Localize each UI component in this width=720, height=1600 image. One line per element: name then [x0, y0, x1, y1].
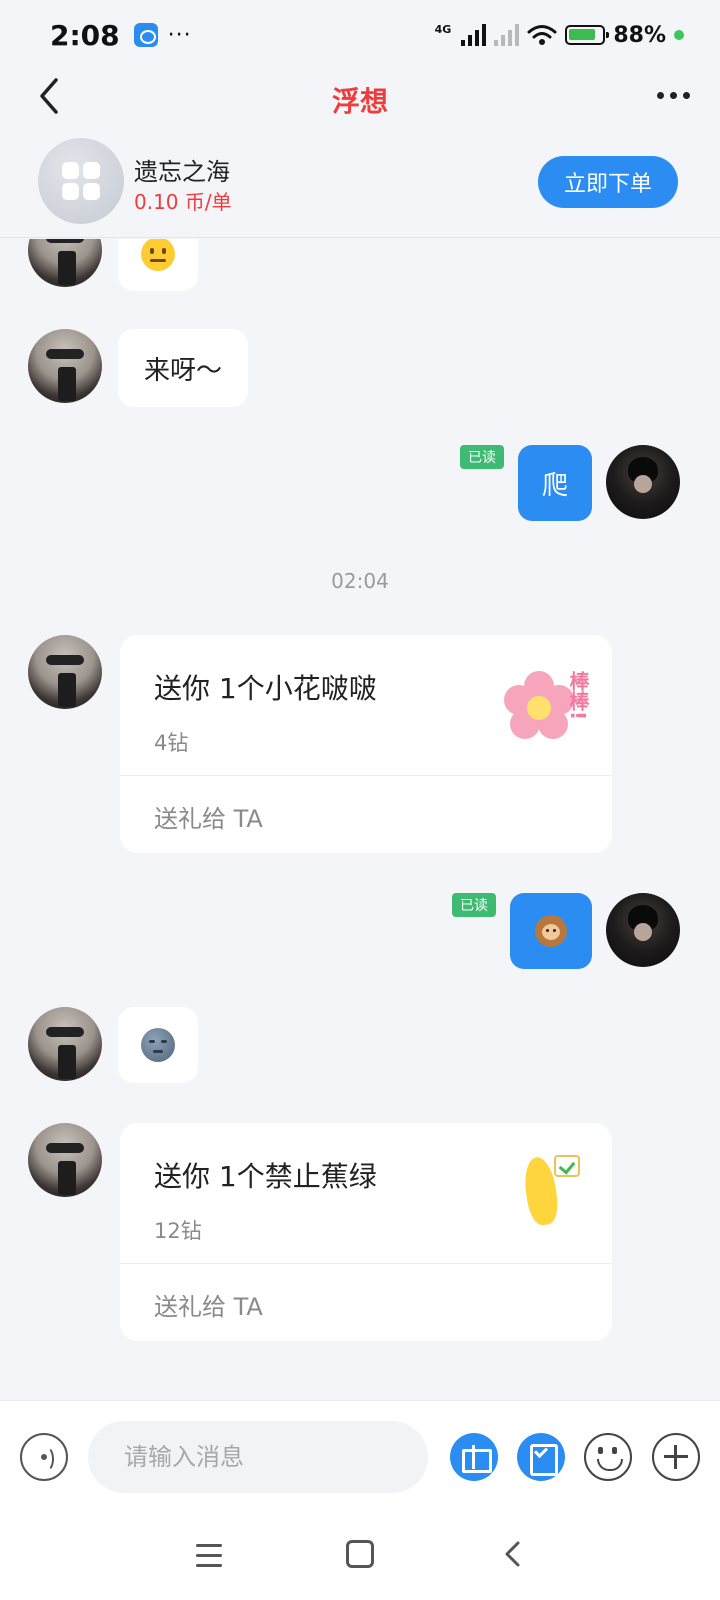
emoji-button[interactable] [584, 1433, 632, 1481]
message-text: 来呀～ [143, 355, 222, 386]
send-gift-link[interactable]: 送礼给 TA [154, 1287, 263, 1322]
my-avatar[interactable] [606, 893, 680, 967]
page-title: 浮想 [331, 85, 388, 118]
order-now-button[interactable]: 立即下单 [538, 156, 678, 208]
status-bar: 2:08 ··· 4G 88% [0, 0, 720, 70]
contact-avatar[interactable] [28, 1007, 102, 1081]
battery-icon [565, 25, 610, 45]
gift-sticker-text: 棒棒! [566, 671, 590, 721]
home-button[interactable] [346, 1540, 374, 1568]
gift-price: 4钻 [154, 731, 189, 755]
message-input-bar [0, 1400, 720, 1510]
more-notifications-icon: ··· [167, 22, 192, 48]
contact-avatar[interactable] [28, 329, 102, 403]
red-packet-button[interactable] [517, 1433, 565, 1481]
banana-gift-icon [514, 1149, 584, 1235]
more-tools-button[interactable] [652, 1433, 700, 1481]
nav-bar: 浮想 [0, 70, 720, 130]
my-message-bubble[interactable] [510, 893, 592, 969]
signal-strength-icon [461, 24, 487, 46]
battery-percentage: 88% [613, 22, 666, 48]
gift-title: 送你 1个禁止蕉绿 [154, 1160, 377, 1193]
chat-message-list[interactable]: 来呀～ 已读 爬 02:04 送你 1个小花啵啵 4钻 棒棒! 送礼给 TA 已… [0, 239, 720, 1400]
gift-message-card[interactable]: 送你 1个小花啵啵 4钻 棒棒! 送礼给 TA [120, 635, 612, 853]
message-bubble-text[interactable]: 来呀～ [118, 329, 248, 407]
service-card[interactable]: 遗忘之海 0.10 币/单 立即下单 [0, 130, 720, 238]
status-time: 2:08 [50, 18, 120, 52]
message-input[interactable] [88, 1421, 428, 1493]
moon-face-emoji-icon [141, 1028, 175, 1062]
contact-avatar[interactable] [28, 239, 102, 287]
app-notification-icon [133, 23, 158, 47]
my-message-bubble[interactable]: 爬 [518, 445, 592, 521]
flower-gift-icon: 棒棒! [504, 671, 590, 747]
status-indicators: 4G 88% [435, 23, 684, 48]
service-apps-icon [38, 138, 124, 224]
privacy-indicator-dot [674, 30, 684, 40]
wifi-icon [527, 25, 557, 45]
time-divider: 02:04 [331, 569, 389, 593]
system-back-button[interactable] [502, 1540, 524, 1568]
signal-no-service-icon [494, 24, 520, 46]
read-status-badge: 已读 [452, 893, 496, 917]
message-bubble-emoji[interactable] [118, 1007, 198, 1083]
read-status-badge: 已读 [460, 445, 504, 469]
more-options-button[interactable] [657, 80, 690, 110]
gift-price: 12钻 [154, 1219, 202, 1243]
recent-apps-button[interactable] [196, 1544, 222, 1567]
gift-divider [120, 1263, 612, 1264]
gift-button[interactable] [450, 1433, 498, 1481]
gift-message-card[interactable]: 送你 1个禁止蕉绿 12钻 送礼给 TA [120, 1123, 612, 1341]
monkey-emoji-icon [535, 915, 567, 947]
service-price: 0.10 币/单 [134, 190, 232, 214]
system-navigation-bar [0, 1510, 720, 1600]
message-bubble-emoji[interactable] [118, 239, 198, 291]
contact-avatar[interactable] [28, 1123, 102, 1197]
contact-avatar[interactable] [28, 635, 102, 709]
gift-title: 送你 1个小花啵啵 [154, 672, 377, 705]
my-message-text: 爬 [541, 470, 568, 501]
send-gift-link[interactable]: 送礼给 TA [154, 799, 263, 834]
network-type-label: 4G [434, 22, 452, 36]
my-avatar[interactable] [606, 445, 680, 519]
service-name: 遗忘之海 [134, 158, 230, 186]
voice-input-button[interactable] [20, 1433, 68, 1481]
gift-divider [120, 775, 612, 776]
neutral-face-emoji-icon [141, 239, 175, 271]
